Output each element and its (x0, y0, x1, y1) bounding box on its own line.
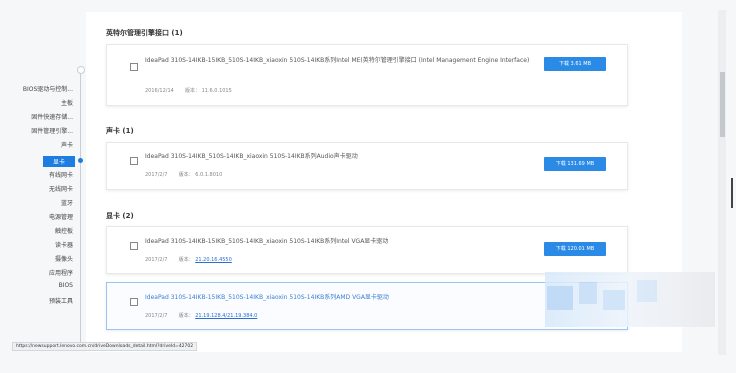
nav-item[interactable]: 无线网卡 (49, 184, 73, 193)
nav-item[interactable]: BIOS (59, 282, 73, 289)
section-title-audio: 声卡 (1) (106, 127, 134, 135)
download-button[interactable]: 下载 120.01 MB (544, 242, 606, 256)
nav-item[interactable]: 声卡 (61, 140, 73, 149)
download-button[interactable]: 下载 131.69 MB (544, 157, 606, 171)
driver-name[interactable]: IdeaPad 310S-14IKB-15IKB_510S-14IKB_xiao… (145, 236, 535, 248)
nav-item[interactable]: 固件管理引擎... (31, 126, 73, 135)
driver-name[interactable]: IdeaPad 310S-14IKB_510S-14IKB_xiaoxin 51… (145, 151, 535, 163)
section-title-mei: 英特尔管理引擎接口 (1) (106, 29, 183, 37)
nav-item[interactable]: 电源管理 (49, 212, 73, 221)
nav-item[interactable]: 读卡器 (55, 240, 73, 249)
driver-version-link[interactable]: 21.20.16.4550 (195, 257, 232, 263)
nav-active-dot (78, 158, 83, 163)
driver-version-label: 版本： (184, 88, 200, 94)
mosaic-block (547, 286, 573, 310)
nav-item[interactable]: 固件快速存储... (31, 112, 73, 121)
mosaic-block (579, 282, 597, 304)
nav-item[interactable]: BIOS驱动与控制... (23, 84, 73, 93)
driver-version: 11.6.0.1015 (201, 88, 232, 94)
nav-item[interactable]: 有线网卡 (49, 170, 73, 179)
driver-meta: 2017/2/7 版本： 21.19.128.4/21.19.384.0 (145, 312, 257, 319)
driver-checkbox[interactable] (130, 157, 138, 165)
nav-item[interactable]: 蓝牙 (61, 198, 73, 207)
nav-item[interactable]: 触控板 (55, 226, 73, 235)
driver-version-link[interactable]: 21.19.128.4/21.19.384.0 (195, 313, 257, 319)
driver-date: 2017/2/7 (145, 313, 168, 319)
driver-checkbox[interactable] (130, 298, 138, 306)
blurred-watermark (545, 272, 715, 327)
driver-meta: 2017/2/7 版本： 21.20.16.4550 (145, 256, 232, 263)
driver-version: 6.0.1.8010 (195, 172, 223, 178)
nav-item[interactable]: 应用程序 (49, 268, 73, 277)
driver-name[interactable]: IdeaPad 310S-14IKB-15IKB_510S-14IKB_xiao… (145, 55, 535, 67)
driver-version-label: 版本： (178, 257, 194, 263)
download-button[interactable]: 下载 3.61 MB (544, 57, 606, 71)
driver-date: 2017/2/7 (145, 172, 168, 178)
category-nav: BIOS驱动与控制... 主板固件快速存储... 固件管理引擎... 声卡显卡有线网卡… (0, 60, 85, 360)
nav-item[interactable]: 摄像头 (55, 254, 73, 263)
nav-item[interactable]: 主板 (61, 98, 73, 107)
driver-date: 2017/2/7 (145, 257, 168, 263)
driver-card-video-intel: IdeaPad 310S-14IKB-15IKB_510S-14IKB_xiao… (106, 226, 628, 274)
side-edge-marker (731, 178, 733, 208)
mosaic-block (637, 280, 657, 302)
driver-meta: 2016/12/14 版本： 11.6.0.1015 (145, 87, 232, 94)
status-bar-url: https://newsupport.lenovo.com.cn/driveDo… (12, 342, 198, 351)
driver-meta: 2017/2/7 版本： 6.0.1.8010 (145, 171, 222, 178)
driver-card-audio: IdeaPad 310S-14IKB_510S-14IKB_xiaoxin 51… (106, 142, 628, 190)
section-title-video: 显卡 (2) (106, 212, 134, 220)
driver-version-label: 版本： (178, 313, 194, 319)
driver-checkbox[interactable] (130, 242, 138, 250)
driver-download-page: BIOS驱动与控制... 主板固件快速存储... 固件管理引擎... 声卡显卡有线网卡… (0, 0, 736, 373)
nav-timeline (80, 70, 81, 350)
nav-timeline-node (77, 66, 85, 74)
driver-version-label: 版本： (178, 172, 194, 178)
driver-checkbox[interactable] (130, 63, 138, 71)
driver-name[interactable]: IdeaPad 310S-14IKB-15IKB_510S-14IKB_xiao… (145, 292, 535, 304)
nav-item[interactable]: 预装工具 (49, 296, 73, 305)
mosaic-block (603, 290, 625, 310)
scrollbar-track[interactable] (718, 10, 726, 355)
driver-card-mei: IdeaPad 310S-14IKB-15IKB_510S-14IKB_xiao… (106, 44, 628, 106)
scrollbar-thumb[interactable] (720, 72, 725, 137)
nav-item[interactable]: 显卡 (42, 156, 75, 167)
driver-date: 2016/12/14 (145, 88, 174, 94)
